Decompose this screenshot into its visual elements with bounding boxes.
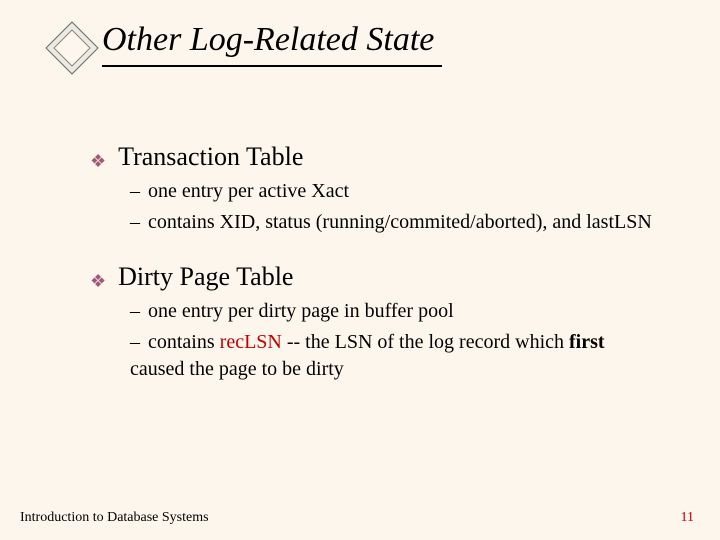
title-row: Other Log-Related State xyxy=(48,20,442,68)
sub-text: one entry per dirty page in buffer pool xyxy=(148,300,454,322)
sub-text-red: recLSN xyxy=(220,331,282,353)
bullet-icon: ❖ xyxy=(90,272,106,290)
bullet-label: Dirty Page Table xyxy=(118,262,293,292)
dash-icon: – xyxy=(130,209,148,236)
sub-bullet: –one entry per dirty page in buffer pool xyxy=(130,298,660,325)
bullet-icon: ❖ xyxy=(90,152,106,170)
bullet-transaction-table: ❖ Transaction Table xyxy=(90,142,660,172)
sub-bullet: –contains XID, status (running/commited/… xyxy=(130,209,660,236)
slide-title: Other Log-Related State xyxy=(102,21,442,66)
body: ❖ Transaction Table –one entry per activ… xyxy=(90,132,660,387)
slide: Other Log-Related State ❖ Transaction Ta… xyxy=(0,0,720,540)
footer-left: Introduction to Database Systems xyxy=(20,510,209,526)
sub-text-post: caused the page to be dirty xyxy=(130,358,344,380)
diamond-icon xyxy=(48,20,96,68)
sub-text-mid: -- the LSN of the log record which xyxy=(282,331,569,353)
page-number: 11 xyxy=(681,510,694,526)
bullet-label: Transaction Table xyxy=(118,142,303,172)
sub-bullet: –one entry per active Xact xyxy=(130,178,660,205)
sub-text: one entry per active Xact xyxy=(148,180,349,202)
dash-icon: – xyxy=(130,298,148,325)
sub-text-pre: contains xyxy=(148,331,220,353)
sub-text: contains XID, status (running/commited/a… xyxy=(148,211,652,233)
bullet-dirty-page-table: ❖ Dirty Page Table xyxy=(90,262,660,292)
sub-text-bold: first xyxy=(569,331,605,353)
sub-bullet: –contains recLSN -- the LSN of the log r… xyxy=(130,329,660,383)
dash-icon: – xyxy=(130,329,148,356)
dash-icon: – xyxy=(130,178,148,205)
